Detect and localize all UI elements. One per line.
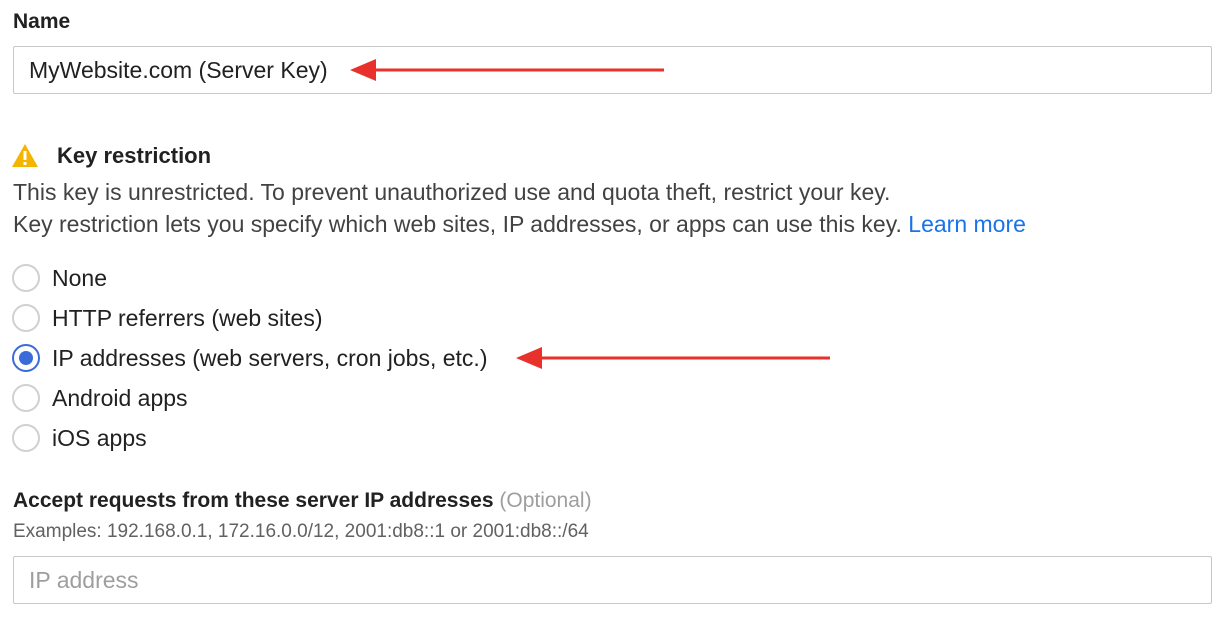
radio-label: None [52, 264, 107, 291]
key-restriction-options: None HTTP referrers (web sites) IP addre… [12, 262, 487, 454]
key-restriction-description-2: Key restriction lets you specify which w… [13, 211, 1026, 238]
annotation-arrow-name [350, 59, 664, 81]
ip-examples-text: Examples: 192.168.0.1, 172.16.0.0/12, 20… [13, 521, 589, 542]
warning-triangle-icon [12, 144, 38, 167]
radio-button[interactable] [12, 424, 40, 452]
annotation-arrow-ip-addresses [516, 347, 830, 369]
ip-addresses-label: Accept requests from these server IP add… [13, 489, 592, 513]
key-restriction-description-2-text: Key restriction lets you specify which w… [13, 211, 902, 237]
radio-button-selected[interactable] [12, 344, 40, 372]
ip-addresses-label-text: Accept requests from these server IP add… [13, 489, 494, 512]
radio-option-none[interactable]: None [12, 262, 487, 294]
radio-button[interactable] [12, 264, 40, 292]
ip-address-input[interactable] [13, 556, 1212, 604]
radio-label: IP addresses (web servers, cron jobs, et… [52, 344, 488, 371]
radio-label: iOS apps [52, 424, 147, 451]
radio-option-http-referrers[interactable]: HTTP referrers (web sites) [12, 302, 487, 334]
radio-label: Android apps [52, 384, 188, 411]
radio-option-ip-addresses[interactable]: IP addresses (web servers, cron jobs, et… [12, 342, 487, 374]
radio-option-ios-apps[interactable]: iOS apps [12, 422, 487, 454]
radio-label: HTTP referrers (web sites) [52, 304, 323, 331]
radio-button[interactable] [12, 304, 40, 332]
radio-option-android-apps[interactable]: Android apps [12, 382, 487, 414]
name-label: Name [13, 10, 71, 33]
optional-hint: (Optional) [499, 489, 592, 512]
radio-button[interactable] [12, 384, 40, 412]
learn-more-link[interactable]: Learn more [908, 211, 1026, 237]
key-restriction-title: Key restriction [57, 143, 212, 168]
key-restriction-description-1: This key is unrestricted. To prevent una… [13, 179, 891, 205]
